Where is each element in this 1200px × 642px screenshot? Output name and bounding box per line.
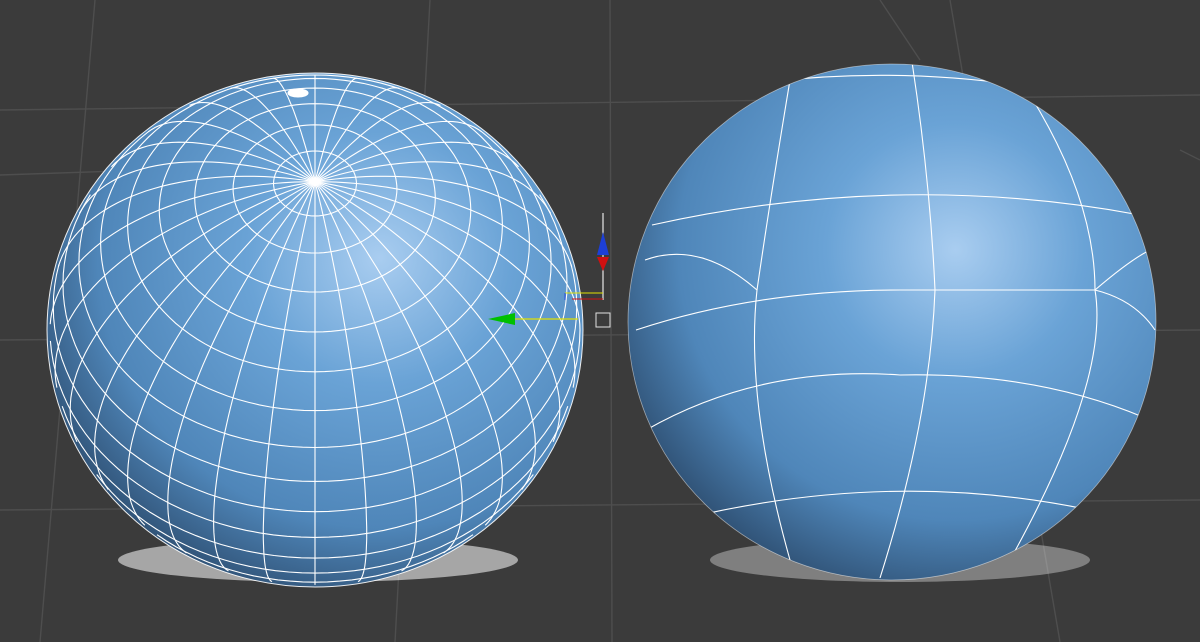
viewport-canvas[interactable]: [0, 0, 1200, 642]
grid-line: [1179, 149, 1200, 161]
z-negative-arrow[interactable]: [597, 257, 609, 271]
pivot-square[interactable]: [595, 312, 611, 328]
uv-sphere[interactable]: [46, 72, 584, 588]
grid-line: [879, 0, 921, 61]
quad-sphere[interactable]: [627, 62, 1157, 582]
z-axis-arrow[interactable]: [597, 232, 609, 255]
pole-vertex: [287, 88, 309, 98]
quad-sphere-surface: [628, 64, 1156, 580]
3d-viewport[interactable]: [0, 0, 1200, 642]
